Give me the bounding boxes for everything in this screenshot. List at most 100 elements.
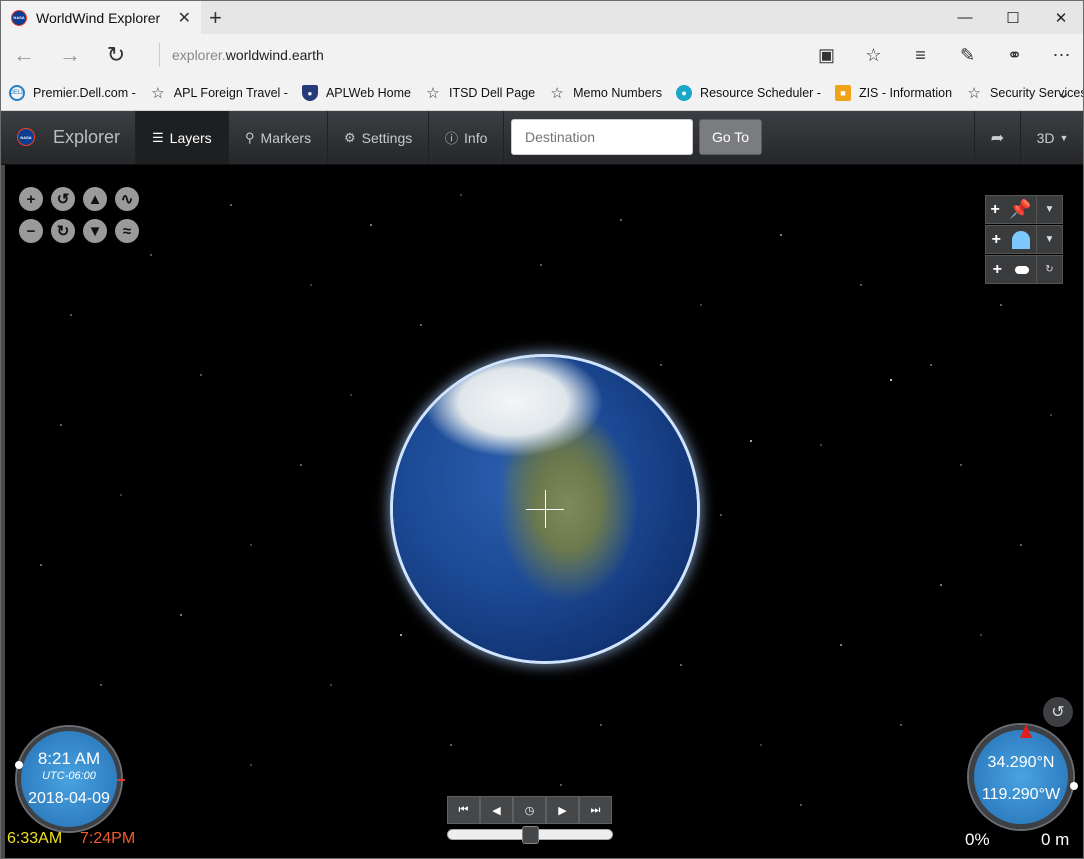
- shield-icon: ●: [301, 85, 318, 101]
- web-note-icon[interactable]: ✎: [944, 45, 991, 66]
- share-link-icon[interactable]: ➦: [974, 111, 1020, 164]
- url-prefix: explorer.: [172, 47, 226, 63]
- address-toolbar: ▣ ☆ ≡ ✎ ⚭ ⋯: [803, 34, 1083, 76]
- tab-info-label: Info: [464, 129, 488, 146]
- tab-markers[interactable]: ⚲ Markers: [228, 111, 327, 164]
- window-controls: — ☐ ✕: [941, 1, 1083, 34]
- rotate-cw-icon[interactable]: ↻: [51, 219, 75, 243]
- tab-layers[interactable]: ☰ Layers: [135, 111, 228, 164]
- map-marker-icon: ⚲: [245, 129, 255, 145]
- sun-marker: [117, 779, 125, 781]
- longitude-readout: 119.290°W: [981, 786, 1061, 803]
- nasa-favicon-icon: NASA: [11, 9, 27, 26]
- tab-info[interactable]: ⓘ Info: [428, 111, 505, 164]
- resource-icon: ●: [676, 85, 693, 101]
- step-back-icon[interactable]: ◀: [480, 796, 513, 824]
- add-shape-button[interactable]: +: [985, 225, 1037, 254]
- zoom-in-icon[interactable]: +: [19, 187, 43, 211]
- maximize-icon[interactable]: ☐: [989, 1, 1037, 34]
- plus-icon: +: [992, 260, 1002, 278]
- exaggeration-down-icon[interactable]: ≈: [115, 219, 139, 243]
- app-brand[interactable]: NASA Explorer: [17, 111, 120, 163]
- favorite-resource-scheduler[interactable]: ● Resource Scheduler -: [676, 85, 821, 101]
- favorite-label: APLWeb Home: [325, 86, 411, 100]
- time-zone: UTC-06:00: [42, 770, 96, 782]
- share-icon[interactable]: ⚭: [991, 45, 1038, 66]
- tilt-up-icon[interactable]: ▲: [83, 187, 107, 211]
- close-window-icon[interactable]: ✕: [1037, 1, 1083, 34]
- favorite-apl-foreign-travel[interactable]: ☆ APL Foreign Travel -: [150, 85, 288, 102]
- reset-time-icon[interactable]: ◷: [513, 796, 546, 824]
- time-slider[interactable]: [447, 826, 613, 844]
- browser-tab[interactable]: NASA WorldWind Explorer ✕: [1, 1, 201, 34]
- sunset-time: 7:24PM: [80, 830, 136, 847]
- brand-name: Explorer: [53, 126, 121, 147]
- view-mode-label: 3D: [1036, 129, 1055, 146]
- favorite-aplweb-home[interactable]: ● APLWeb Home: [301, 85, 411, 101]
- view-mode-dropdown[interactable]: 3D ▼: [1020, 111, 1083, 164]
- left-resize-rail[interactable]: [1, 165, 5, 858]
- nasa-logo-icon: NASA: [17, 128, 35, 146]
- heading-knob[interactable]: [1070, 782, 1078, 790]
- favorites-overflow-chevron-icon[interactable]: ⌄: [1056, 82, 1071, 103]
- url-host: worldwind.earth: [225, 47, 324, 63]
- plus-icon: +: [991, 230, 1001, 248]
- favorite-premier-dell[interactable]: DELL Premier.Dell.com -: [9, 85, 136, 101]
- list-icon: ☰: [152, 129, 164, 145]
- url-field[interactable]: explorer.worldwind.earth: [159, 43, 324, 67]
- hub-icon[interactable]: ≡: [897, 45, 944, 66]
- destination-input[interactable]: [511, 119, 693, 155]
- goto-button[interactable]: Go To: [699, 119, 762, 155]
- time-dial[interactable]: 8:21 AM UTC-06:00 2018-04-09: [15, 727, 125, 831]
- north-needle-icon: [1020, 724, 1032, 738]
- refresh-weather-icon[interactable]: ↻: [1037, 255, 1063, 284]
- favorite-label: ZIS - Information: [858, 86, 953, 100]
- step-forward-icon[interactable]: ▶: [546, 796, 579, 824]
- star-icon: ☆: [151, 85, 165, 102]
- favorite-itsd-dell-page[interactable]: ☆ ITSD Dell Page: [425, 85, 535, 102]
- tab-title: WorldWind Explorer: [36, 9, 161, 26]
- add-placemark-button[interactable]: + 📌: [985, 195, 1037, 224]
- favorite-zis-information[interactable]: ■ ZIS - Information: [834, 85, 953, 101]
- reading-view-icon[interactable]: ▣: [803, 45, 850, 66]
- favorite-label: Premier.Dell.com -: [33, 86, 136, 100]
- shape-dropdown[interactable]: ▼: [1037, 225, 1063, 254]
- time-playback-controls: ⏮ ◀ ◷ ▶ ⏭: [447, 796, 612, 824]
- favorite-label: Resource Scheduler -: [700, 86, 821, 100]
- tab-markers-label: Markers: [260, 129, 312, 146]
- tab-settings[interactable]: ⚙ Settings: [327, 111, 428, 164]
- favorite-label: Memo Numbers: [573, 86, 663, 100]
- favorite-memo-numbers[interactable]: ☆ Memo Numbers: [549, 85, 663, 102]
- favorite-label: APL Foreign Travel -: [173, 86, 288, 100]
- tab-settings-label: Settings: [361, 129, 413, 146]
- globe-canvas[interactable]: + ↺ ▲ ∿ − ↻ ▼ ≈ + 📌 ▼ + ▼ + ↻ 8:21 AM UT…: [1, 165, 1083, 858]
- new-tab-icon[interactable]: +: [209, 5, 222, 31]
- refresh-icon[interactable]: ↻: [93, 34, 139, 76]
- app-navbar: NASA Explorer ☰ Layers ⚲ Markers ⚙ Settings…: [1, 111, 1083, 165]
- tilt-readout: 0%: [965, 830, 990, 849]
- favorite-star-icon[interactable]: ☆: [850, 45, 897, 66]
- back-icon[interactable]: ←: [1, 34, 47, 76]
- minimize-icon[interactable]: —: [941, 1, 989, 34]
- exaggeration-up-icon[interactable]: ∿: [115, 187, 139, 211]
- forward-icon[interactable]: →: [47, 34, 93, 76]
- placemark-dropdown[interactable]: ▼: [1037, 195, 1063, 224]
- reset-view-icon[interactable]: ↺: [1043, 697, 1073, 727]
- zoom-out-icon[interactable]: −: [19, 219, 43, 243]
- time-knob[interactable]: [15, 761, 23, 769]
- fast-rewind-icon[interactable]: ⏮: [447, 796, 480, 824]
- tilt-down-icon[interactable]: ▼: [83, 219, 107, 243]
- caret-down-icon: ▼: [1044, 234, 1055, 245]
- compass[interactable]: 34.290°N 119.290°W: [969, 724, 1078, 829]
- close-tab-icon[interactable]: ✕: [178, 8, 191, 28]
- gear-icon: ⚙: [344, 129, 356, 145]
- fast-forward-icon[interactable]: ⏭: [579, 796, 612, 824]
- time-slider-handle[interactable]: [522, 826, 539, 844]
- navigation-controls: + ↺ ▲ ∿ − ↻ ▼ ≈: [19, 187, 139, 243]
- caret-down-icon: ▼: [1059, 132, 1069, 143]
- rotate-ccw-icon[interactable]: ↺: [51, 187, 75, 211]
- cloud-icon: [1015, 265, 1030, 274]
- sunrise-time: 6:33AM: [7, 830, 63, 847]
- more-icon[interactable]: ⋯: [1038, 45, 1083, 66]
- add-weather-button[interactable]: +: [985, 255, 1037, 284]
